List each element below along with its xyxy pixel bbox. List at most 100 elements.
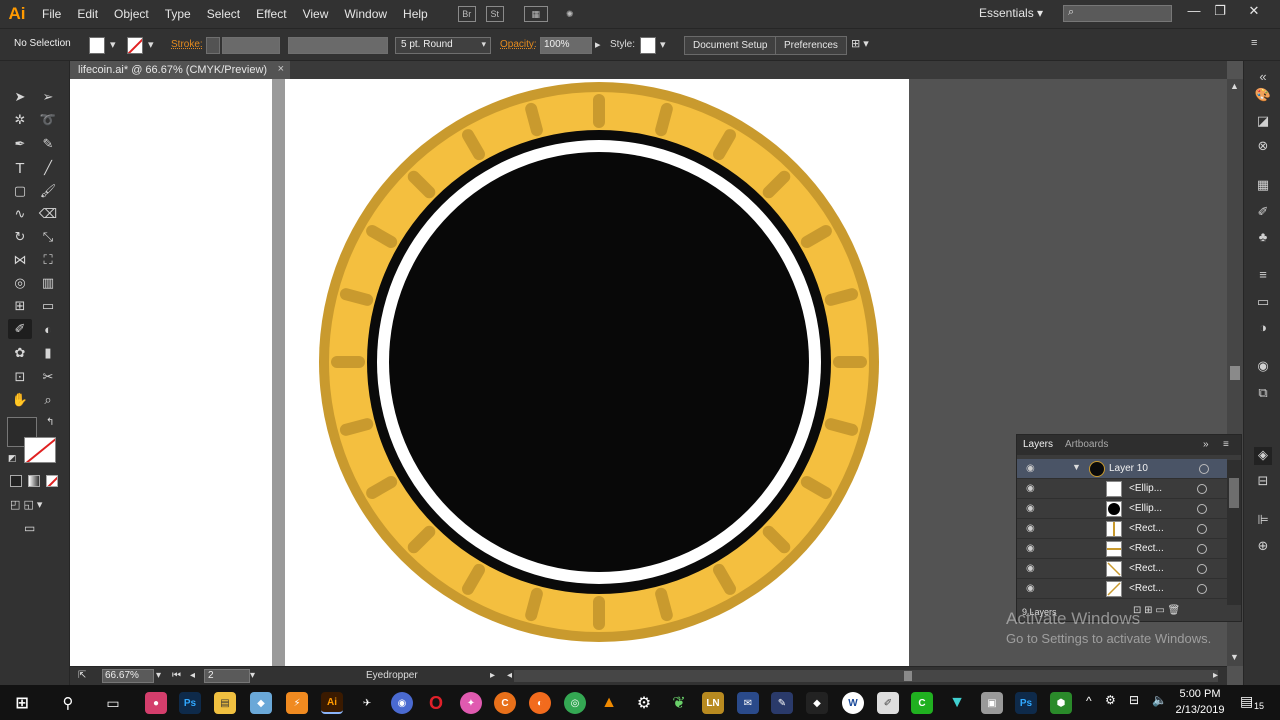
target-icon[interactable]: [1199, 464, 1209, 474]
zoom-field[interactable]: 66.67%: [102, 669, 154, 683]
vlc-icon[interactable]: ▲: [598, 692, 620, 714]
layer-row-ellipse-1[interactable]: ◉ <Ellip...: [1017, 479, 1227, 499]
align-panel-icon[interactable]: ⊫: [1254, 512, 1272, 530]
vertical-scroll-thumb[interactable]: [1230, 366, 1240, 380]
horizontal-scroll-thumb[interactable]: [904, 671, 912, 681]
target-icon[interactable]: [1197, 484, 1207, 494]
app-8-icon[interactable]: ◉: [391, 692, 413, 714]
none-mode-icon[interactable]: [46, 475, 58, 487]
app-22-icon[interactable]: ✐: [877, 692, 899, 714]
opacity-label[interactable]: Opacity:: [500, 39, 537, 50]
align-icon[interactable]: ⊞ ▾: [851, 37, 869, 50]
style-dropdown-icon[interactable]: ▾: [660, 38, 666, 51]
pen-tool-icon[interactable]: ✒: [10, 134, 30, 154]
photoshop-icon[interactable]: Ps: [179, 692, 201, 714]
app-16-icon[interactable]: ❦: [668, 692, 690, 714]
search-icon[interactable]: ⚲: [57, 692, 79, 714]
stroke-dropdown-icon[interactable]: ▾: [148, 38, 154, 51]
illustrator-taskbar-icon[interactable]: Ai: [321, 692, 343, 714]
scroll-down-icon[interactable]: ▼: [1230, 652, 1239, 662]
tray-overflow-icon[interactable]: ^: [1086, 694, 1092, 708]
menu-file[interactable]: File: [34, 0, 69, 28]
previous-artboard-icon[interactable]: ◂: [190, 670, 195, 681]
paintbrush-tool-icon[interactable]: 🖌: [38, 181, 58, 201]
menu-help[interactable]: Help: [395, 0, 436, 28]
panel-menu-icon[interactable]: ≡: [1251, 37, 1257, 49]
opacity-arrow-icon[interactable]: ▸: [595, 38, 601, 51]
layer-row-rect-4[interactable]: ◉ <Rect...: [1017, 579, 1227, 599]
menu-type[interactable]: Type: [157, 0, 199, 28]
ccleaner-icon[interactable]: C: [494, 692, 516, 714]
panel-options-icon[interactable]: ≡: [1223, 439, 1229, 450]
rotate-tool-icon[interactable]: ↻: [10, 227, 30, 247]
default-fill-stroke-icon[interactable]: ◩: [8, 453, 17, 464]
stroke-weight-stepper[interactable]: [206, 37, 220, 54]
layer-row-ellipse-2[interactable]: ◉ <Ellip...: [1017, 499, 1227, 519]
workspace-switcher[interactable]: Essentials ▾: [979, 6, 1043, 20]
target-icon[interactable]: [1197, 504, 1207, 514]
visibility-eye-icon[interactable]: ◉: [1026, 583, 1035, 594]
column-graph-tool-icon[interactable]: ▮: [38, 343, 58, 363]
app-10-icon[interactable]: ✦: [460, 692, 482, 714]
expand-panel-icon[interactable]: »: [1203, 439, 1209, 450]
clock-date[interactable]: 2/13/2019: [1170, 704, 1230, 716]
volume-icon[interactable]: 🔈: [1152, 693, 1167, 707]
tab-artboards[interactable]: Artboards: [1065, 439, 1108, 450]
target-icon[interactable]: [1197, 544, 1207, 554]
appearance-icon[interactable]: ◉: [1254, 358, 1272, 376]
swap-fill-stroke-icon[interactable]: ↰: [46, 417, 54, 428]
color-guide-icon[interactable]: ◪: [1254, 113, 1272, 131]
lasso-tool-icon[interactable]: ➰: [38, 110, 58, 130]
target-icon[interactable]: [1197, 564, 1207, 574]
gpu-performance-icon[interactable]: ✺: [558, 6, 582, 22]
magic-wand-tool-icon[interactable]: ✲: [10, 110, 30, 130]
collapse-dock-icon[interactable]: «: [1254, 69, 1272, 87]
color-panel-icon[interactable]: 🎨: [1254, 87, 1272, 105]
swatches-icon[interactable]: ▦: [1254, 177, 1272, 195]
slice-tool-icon[interactable]: ✂: [38, 367, 58, 387]
photoshop-2-icon[interactable]: Ps: [1015, 692, 1037, 714]
type-tool-icon[interactable]: T: [10, 158, 30, 178]
app-21-icon[interactable]: W: [842, 692, 864, 714]
menu-window[interactable]: Window: [336, 0, 395, 28]
scroll-left-icon[interactable]: ◂: [507, 670, 512, 681]
stroke-weight-field[interactable]: [222, 37, 280, 54]
cc-libraries-icon[interactable]: ⊗: [1254, 138, 1272, 156]
coin-artwork[interactable]: [285, 79, 909, 666]
tab-layers[interactable]: Layers: [1023, 439, 1053, 450]
arrange-documents-icon[interactable]: ▦: [523, 6, 548, 22]
network-icon[interactable]: ⊟: [1129, 693, 1139, 707]
visibility-eye-icon[interactable]: ◉: [1026, 543, 1035, 554]
visibility-eye-icon[interactable]: ◉: [1026, 463, 1035, 474]
layer-row-rect-2[interactable]: ◉ <Rect...: [1017, 539, 1227, 559]
app-4-icon[interactable]: ◆: [250, 692, 272, 714]
clock-time[interactable]: 5:00 PM: [1175, 688, 1225, 700]
menu-object[interactable]: Object: [106, 0, 157, 28]
menu-effect[interactable]: Effect: [248, 0, 294, 28]
transparency-icon[interactable]: ◑: [1254, 320, 1272, 338]
illustrator-logo[interactable]: Ai: [0, 0, 34, 28]
layer-row-layer-10[interactable]: ◉ ▼ Layer 10: [1017, 459, 1227, 479]
notification-icon[interactable]: ▤: [1240, 693, 1253, 710]
artboard-dropdown-icon[interactable]: ▾: [250, 670, 255, 681]
target-icon[interactable]: [1197, 584, 1207, 594]
app-25-icon[interactable]: ▣: [981, 692, 1003, 714]
fill-dropdown-icon[interactable]: ▾: [110, 38, 116, 51]
visibility-eye-icon[interactable]: ◉: [1026, 483, 1035, 494]
zoom-dropdown-icon[interactable]: ▾: [156, 670, 161, 681]
horizontal-scrollbar[interactable]: [514, 670, 1218, 682]
preferences-button[interactable]: Preferences: [775, 36, 847, 55]
app-20-icon[interactable]: ◆: [806, 692, 828, 714]
task-view-icon[interactable]: ▭: [102, 692, 124, 714]
visibility-eye-icon[interactable]: ◉: [1026, 503, 1035, 514]
minimize-button[interactable]: —: [1183, 3, 1205, 23]
app-23-icon[interactable]: C: [911, 692, 933, 714]
layers-panel-icon[interactable]: ◈: [1254, 447, 1272, 465]
graphic-style-swatch[interactable]: [640, 37, 656, 54]
fill-swatch[interactable]: [89, 37, 105, 54]
scroll-up-icon[interactable]: ▲: [1230, 81, 1239, 91]
libreoffice-icon[interactable]: LN: [702, 692, 724, 714]
width-tool-icon[interactable]: ⋈: [10, 250, 30, 270]
visibility-eye-icon[interactable]: ◉: [1026, 523, 1035, 534]
stock-icon[interactable]: St: [485, 6, 504, 22]
